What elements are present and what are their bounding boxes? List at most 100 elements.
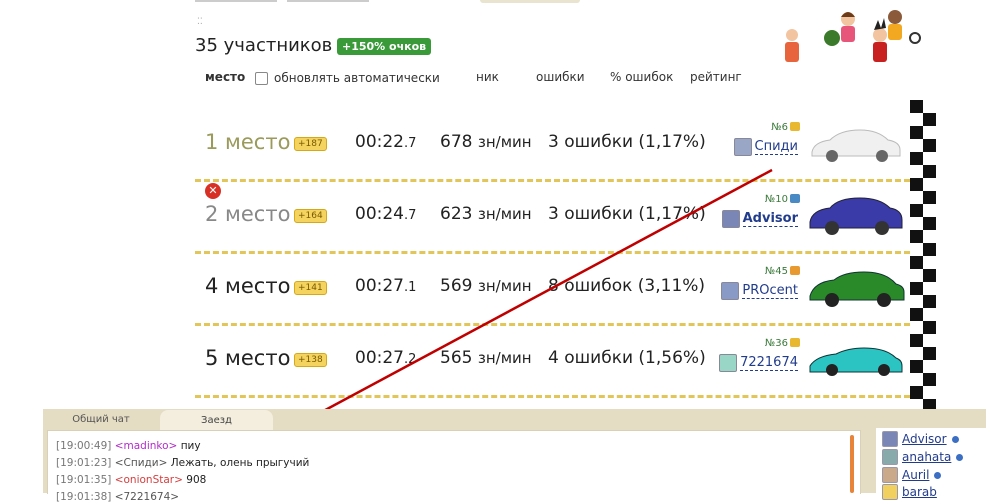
- points-badge: +187: [294, 137, 327, 151]
- info-icon[interactable]: [956, 453, 964, 461]
- rank-number: №36: [765, 338, 800, 349]
- finish-square: [923, 139, 936, 152]
- info-icon[interactable]: [951, 435, 959, 443]
- errors: 3 ошибки (1,17%): [548, 204, 706, 224]
- errors: 3 ошибки (1,17%): [548, 132, 706, 152]
- result-row: 5 место +138 00:27.2 565 зн/мин 4 ошибки…: [195, 326, 910, 398]
- username[interactable]: Advisor: [902, 432, 947, 446]
- rank-number: №6: [771, 122, 800, 133]
- username[interactable]: Advisor: [742, 211, 798, 227]
- person-icon: [873, 18, 887, 62]
- top-tab-fragment: [195, 0, 277, 2]
- col-place: место: [205, 70, 246, 84]
- avatar: [882, 467, 898, 483]
- speed: 569 зн/мин: [440, 276, 532, 296]
- place-label: 1 место: [205, 130, 291, 154]
- chat-message: [19:01:23] <Спиди> Лежать, олень прыгучи…: [56, 457, 310, 469]
- username[interactable]: PROcent: [742, 283, 798, 299]
- finish-square: [923, 217, 936, 230]
- car-icon: [809, 197, 903, 235]
- badge-icon: [790, 194, 800, 203]
- finish-square: [910, 100, 923, 113]
- username[interactable]: 7221674: [740, 355, 798, 371]
- finish-square: [910, 256, 923, 269]
- race-time: 00:22.7: [355, 132, 417, 152]
- username[interactable]: Спиди: [754, 139, 798, 155]
- rank-number: №10: [765, 194, 800, 205]
- avatar: [882, 431, 898, 447]
- avatar: [719, 354, 738, 372]
- points-badge: +138: [294, 353, 327, 367]
- race-time: 00:24.7: [355, 204, 417, 224]
- user-list-item[interactable]: Advisor: [882, 431, 959, 447]
- col-nick: ник: [476, 70, 499, 84]
- points-badge: +141: [294, 281, 327, 295]
- finish-square: [923, 243, 936, 256]
- user-list-item[interactable]: barab: [882, 484, 937, 500]
- trophy-icon: [790, 338, 800, 347]
- finish-square: [910, 230, 923, 243]
- finish-square: [923, 347, 936, 360]
- top-tab-fragment: [287, 0, 369, 2]
- user-link[interactable]: Спиди: [733, 138, 798, 156]
- finish-line: [910, 100, 936, 412]
- auto-update-checkbox[interactable]: обновлять автоматически: [255, 71, 440, 85]
- avatar: [721, 210, 740, 228]
- tab-race-chat[interactable]: Заезд: [160, 410, 273, 431]
- person-icon: [888, 10, 902, 40]
- glasses-icon: [909, 32, 921, 44]
- finish-square: [910, 334, 923, 347]
- car-icon: [809, 271, 905, 307]
- username[interactable]: barab: [902, 485, 937, 499]
- finish-square: [910, 386, 923, 399]
- speed: 678 зн/мин: [440, 132, 532, 152]
- speed: 623 зн/мин: [440, 204, 532, 224]
- finish-square: [910, 152, 923, 165]
- finish-square: [910, 126, 923, 139]
- badge-icon: [790, 266, 800, 275]
- top-panel-fragment: [480, 0, 580, 3]
- finish-square: [910, 360, 923, 373]
- result-row: 1 место +187 00:22.7 678 зн/мин 3 ошибки…: [195, 110, 910, 182]
- errors: 4 ошибки (1,56%): [548, 348, 706, 368]
- user-link[interactable]: Advisor: [721, 210, 798, 228]
- speed: 565 зн/мин: [440, 348, 532, 368]
- errors: 8 ошибок (3,11%): [548, 276, 706, 296]
- finish-square: [923, 165, 936, 178]
- finish-square: [910, 178, 923, 191]
- username[interactable]: Auril: [902, 468, 929, 482]
- race-time: 00:27.1: [355, 276, 417, 296]
- user-link[interactable]: PROcent: [721, 282, 798, 300]
- user-list-item[interactable]: Auril: [882, 467, 942, 483]
- car-icon: [811, 129, 901, 162]
- car-icon: [809, 347, 903, 376]
- finish-square: [923, 373, 936, 386]
- chat-message: [19:01:35] <onionStar> 908: [56, 474, 207, 486]
- row-divider: [195, 395, 910, 398]
- checkbox[interactable]: [255, 71, 268, 85]
- result-row: 4 место +141 00:27.1 569 зн/мин 8 ошибок…: [195, 254, 910, 326]
- points-badge: +164: [294, 209, 327, 223]
- avatar: [733, 138, 752, 156]
- finish-square: [910, 308, 923, 321]
- person-icon: [785, 29, 799, 62]
- user-list-item[interactable]: anahata: [882, 449, 964, 465]
- chat-scrollbar[interactable]: [850, 435, 854, 493]
- avatar: [721, 282, 740, 300]
- user-link[interactable]: 7221674: [719, 354, 798, 372]
- place-label: 4 место: [205, 274, 291, 298]
- finish-square: [923, 113, 936, 126]
- tab-general-chat[interactable]: Общий чат: [52, 411, 150, 429]
- finish-square: [910, 204, 923, 217]
- finish-square: [923, 295, 936, 308]
- participants-count: 35 участников: [195, 35, 333, 56]
- rank-number: №45: [765, 266, 800, 277]
- col-error-pct: % ошибок: [610, 70, 674, 84]
- turtle-icon: [824, 30, 840, 46]
- drag-handle-icon: ⁚⁚: [197, 17, 203, 27]
- username[interactable]: anahata: [902, 450, 951, 464]
- finish-square: [923, 191, 936, 204]
- finish-square: [923, 321, 936, 334]
- info-icon[interactable]: [934, 471, 942, 479]
- finish-square: [923, 269, 936, 282]
